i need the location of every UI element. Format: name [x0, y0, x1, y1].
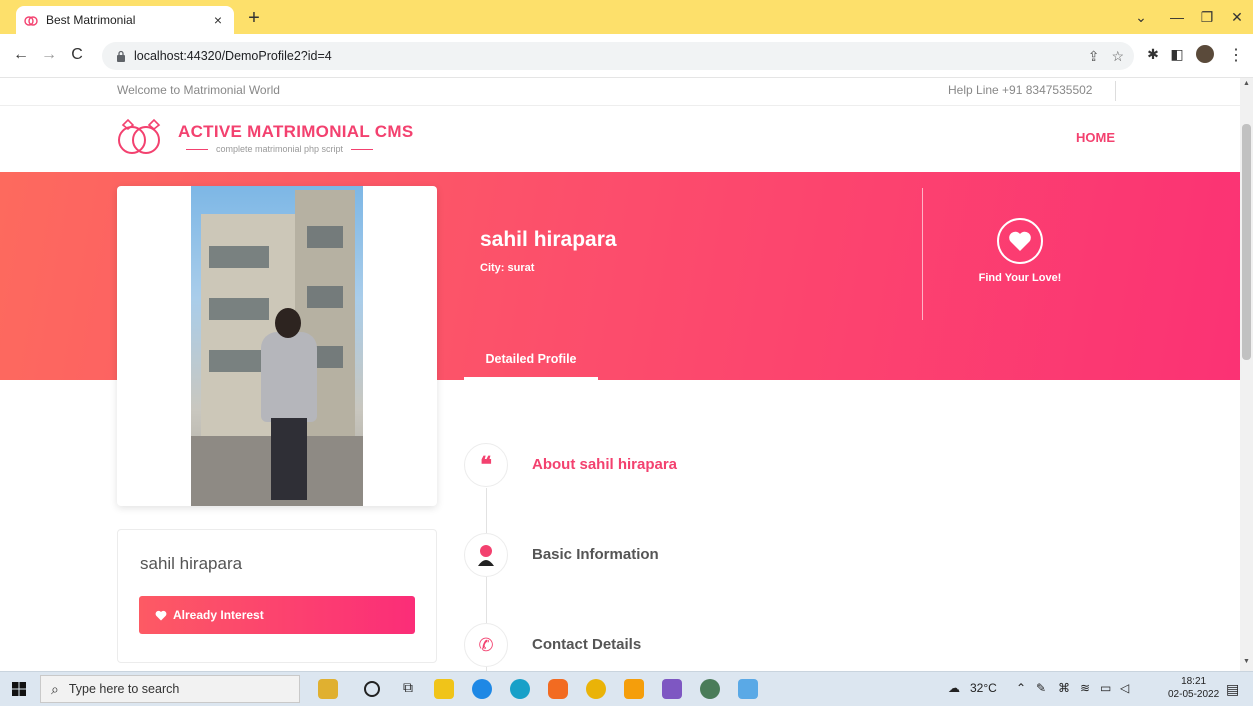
- section-basic-info[interactable]: Basic Information: [532, 546, 659, 563]
- photo-person-head: [275, 308, 301, 338]
- site-header: ACTIVE MATRIMONIAL CMS complete matrimon…: [0, 106, 1240, 172]
- welcome-text: Welcome to Matrimonial World: [117, 83, 280, 97]
- app-icon[interactable]: [738, 679, 758, 699]
- profile-photo-card: [117, 186, 437, 506]
- page-viewport: Welcome to Matrimonial World Help Line +…: [0, 78, 1240, 671]
- tab-search-icon[interactable]: ⌄: [1126, 6, 1156, 28]
- brand-subtitle: complete matrimonial php script: [178, 144, 381, 154]
- restore-button[interactable]: ❐: [1192, 6, 1222, 28]
- cortana-icon[interactable]: [364, 681, 380, 697]
- windows-start-icon[interactable]: [12, 682, 26, 696]
- photo-person-legs: [271, 418, 307, 500]
- tab-detailed-profile[interactable]: Detailed Profile: [464, 340, 598, 380]
- skype-icon[interactable]: [472, 679, 492, 699]
- page-scrollbar[interactable]: ▲ ▼: [1240, 78, 1253, 671]
- battery-icon[interactable]: ▭: [1100, 681, 1111, 695]
- weather-temp[interactable]: 32°C: [970, 681, 997, 695]
- address-bar: ← → C localhost:44320/DemoProfile2?id=4 …: [0, 34, 1253, 78]
- visual-studio-icon[interactable]: [662, 679, 682, 699]
- rings-logo-icon[interactable]: [114, 116, 166, 156]
- search-icon: ⌕: [51, 680, 59, 697]
- interest-button-label: Already Interest: [173, 608, 264, 622]
- tray-chevron-up-icon[interactable]: ⌃: [1016, 681, 1026, 695]
- reload-icon[interactable]: C: [66, 46, 88, 64]
- minimize-button[interactable]: —: [1162, 6, 1192, 28]
- scrollbar-thumb[interactable]: [1242, 124, 1251, 360]
- notifications-icon[interactable]: ▤: [1226, 681, 1239, 698]
- card-profile-name: sahil hirapara: [140, 554, 243, 573]
- top-info-strip: Welcome to Matrimonial World Help Line +…: [0, 78, 1240, 106]
- url-field[interactable]: localhost:44320/DemoProfile2?id=4 ⇪ ☆: [102, 42, 1134, 70]
- brand-title[interactable]: ACTIVE MATRIMONIAL CMS: [178, 122, 413, 142]
- share-icon[interactable]: ⇪: [1088, 48, 1100, 65]
- section-about[interactable]: About sahil hirapara: [532, 456, 677, 473]
- clock-time: 18:21: [1181, 676, 1207, 687]
- browser-profile-avatar[interactable]: [1196, 45, 1214, 63]
- already-interest-button[interactable]: Already Interest: [139, 596, 415, 634]
- pen-icon[interactable]: ✎: [1036, 681, 1046, 695]
- heart-icon: [155, 610, 167, 620]
- brave-icon[interactable]: [548, 679, 568, 699]
- rings-favicon-icon: [24, 16, 38, 26]
- heart-icon: [1009, 231, 1031, 251]
- profile-city: City: surat: [480, 262, 535, 274]
- file-explorer-icon[interactable]: [434, 679, 454, 699]
- brand-subtitle-text: complete matrimonial php script: [216, 144, 344, 154]
- search-highlight-icon[interactable]: [318, 679, 338, 699]
- taskbar-clock[interactable]: 18:21 02-05-2022: [1168, 675, 1219, 701]
- phone-icon: ✆: [464, 623, 508, 667]
- taskbar-search-placeholder: Type here to search: [68, 682, 180, 696]
- section-contact-details[interactable]: Contact Details: [532, 636, 641, 653]
- subtitle-line-left: [186, 148, 208, 150]
- scroll-down-arrow-icon[interactable]: ▼: [1240, 658, 1253, 665]
- tab-close-icon[interactable]: ×: [210, 12, 226, 28]
- banner-divider: [922, 188, 923, 320]
- find-love-text: Find Your Love!: [978, 272, 1062, 284]
- new-tab-button[interactable]: +: [242, 7, 266, 29]
- profile-photo: [191, 186, 363, 506]
- back-arrow-icon[interactable]: ←: [10, 46, 32, 64]
- tab-title: Best Matrimonial: [46, 13, 136, 27]
- browser-tab[interactable]: Best Matrimonial ×: [16, 6, 234, 34]
- weather-icon[interactable]: ☁: [948, 681, 960, 695]
- profile-woman-icon: [464, 533, 508, 577]
- bookmark-star-icon[interactable]: ☆: [1111, 48, 1124, 65]
- photo-person-body: [261, 332, 317, 422]
- volume-icon[interactable]: ◁: [1120, 681, 1129, 695]
- browser-menu-icon[interactable]: ⋮: [1228, 45, 1244, 65]
- photo-window: [307, 226, 343, 248]
- profile-name: sahil hirapara: [480, 228, 617, 251]
- quote-icon: ❝: [464, 443, 508, 487]
- browser-tab-bar: Best Matrimonial × + ⌄ — ❐ ✕: [0, 0, 1253, 34]
- nav-home-link[interactable]: HOME: [1076, 130, 1115, 145]
- helpline-text: Help Line +91 8347535502: [948, 83, 1093, 97]
- chrome-icon[interactable]: [586, 679, 606, 699]
- taskbar-search-input[interactable]: ⌕ Type here to search: [40, 675, 300, 703]
- forward-arrow-icon[interactable]: →: [38, 46, 60, 64]
- profile-info-card: sahil hirapara Already Interest: [117, 529, 437, 663]
- windows-taskbar: ⌕ Type here to search ⧉ ☁ 32°C ⌃ ✎ ⌘ ≋ ▭…: [0, 671, 1253, 706]
- extensions-puzzle-icon[interactable]: ✱: [1144, 46, 1162, 63]
- network-icon[interactable]: ⌘: [1058, 681, 1070, 695]
- subtitle-line-right: [351, 148, 374, 150]
- photo-balcony: [209, 298, 269, 320]
- side-panel-icon[interactable]: ◧: [1168, 46, 1186, 63]
- edge-icon[interactable]: [510, 679, 530, 699]
- helpline-divider: [1115, 81, 1116, 101]
- chrome-profile-icon[interactable]: [700, 679, 720, 699]
- url-text: localhost:44320/DemoProfile2?id=4: [134, 49, 332, 63]
- heart-circle-icon[interactable]: [997, 218, 1043, 264]
- lock-icon: [117, 50, 125, 62]
- close-window-button[interactable]: ✕: [1222, 6, 1252, 28]
- sublime-text-icon[interactable]: [624, 679, 644, 699]
- photo-window: [307, 286, 343, 308]
- photo-balcony: [209, 246, 269, 268]
- photo-balcony: [209, 350, 269, 372]
- wifi-icon[interactable]: ≋: [1080, 681, 1090, 695]
- scroll-up-arrow-icon[interactable]: ▲: [1240, 80, 1253, 87]
- clock-date: 02-05-2022: [1168, 689, 1220, 700]
- task-view-icon[interactable]: ⧉: [398, 679, 418, 699]
